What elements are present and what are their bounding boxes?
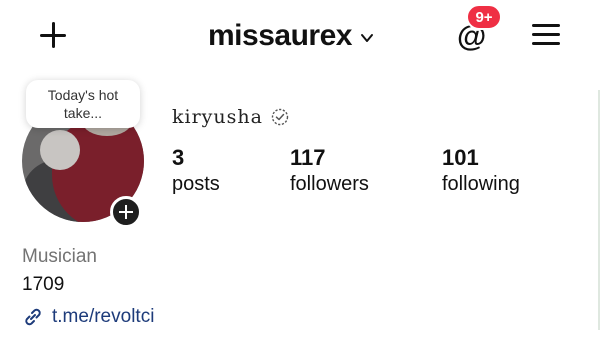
top-bar: missaurex @ 9+	[0, 0, 600, 72]
posts-count: 3	[172, 145, 185, 170]
display-name-row: kiryusha	[172, 106, 289, 128]
note-bubble[interactable]: Today's hot take...	[26, 80, 140, 128]
stat-followers[interactable]: 117 followers	[290, 145, 369, 197]
profile-link[interactable]: t.me/revoltci	[22, 306, 154, 328]
note-text: Today's hot take...	[47, 87, 119, 121]
profile-category: Musician	[22, 246, 97, 267]
create-plus-icon[interactable]	[36, 18, 70, 52]
notification-badge: 9+	[466, 4, 502, 30]
link-text: t.me/revoltci	[52, 306, 155, 327]
stat-following[interactable]: 101 following	[442, 145, 520, 197]
followers-count: 117	[290, 145, 326, 170]
followers-label: followers	[290, 173, 369, 195]
bio-text: 1709	[22, 274, 65, 295]
hamburger-menu-icon[interactable]	[532, 22, 562, 48]
stat-posts[interactable]: 3 posts	[172, 145, 220, 197]
following-count: 101	[442, 145, 479, 170]
chevron-down-icon	[360, 34, 373, 42]
link-icon	[25, 308, 41, 326]
add-story-plus-icon[interactable]	[110, 196, 142, 228]
verified-badge-icon	[271, 108, 289, 126]
following-label: following	[442, 173, 520, 195]
bio-section: Musician 1709	[22, 244, 97, 298]
posts-label: posts	[172, 173, 220, 195]
username-switcher[interactable]: missaurex	[208, 18, 374, 54]
display-name: kiryusha	[172, 106, 263, 128]
username: missaurex	[208, 19, 352, 52]
